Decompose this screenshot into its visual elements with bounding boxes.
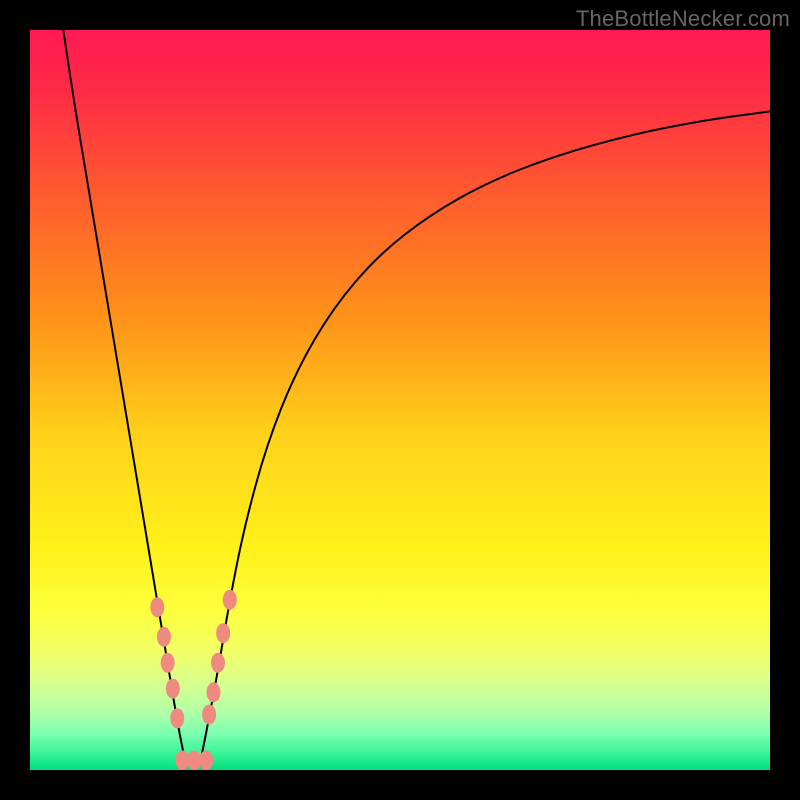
data-marker [216,623,230,643]
data-marker [211,653,225,673]
watermark-text: TheBottleNecker.com [576,6,790,32]
data-marker [202,705,216,725]
data-marker [166,679,180,699]
bottleneck-curve-chart [30,30,770,770]
chart-plot-area [30,30,770,770]
data-marker [207,682,221,702]
data-marker [199,750,213,770]
data-marker [157,627,171,647]
gradient-background [30,30,770,770]
data-marker [223,590,237,610]
chart-frame: TheBottleNecker.com [0,0,800,800]
data-marker [150,597,164,617]
data-marker [170,708,184,728]
data-marker [161,653,175,673]
